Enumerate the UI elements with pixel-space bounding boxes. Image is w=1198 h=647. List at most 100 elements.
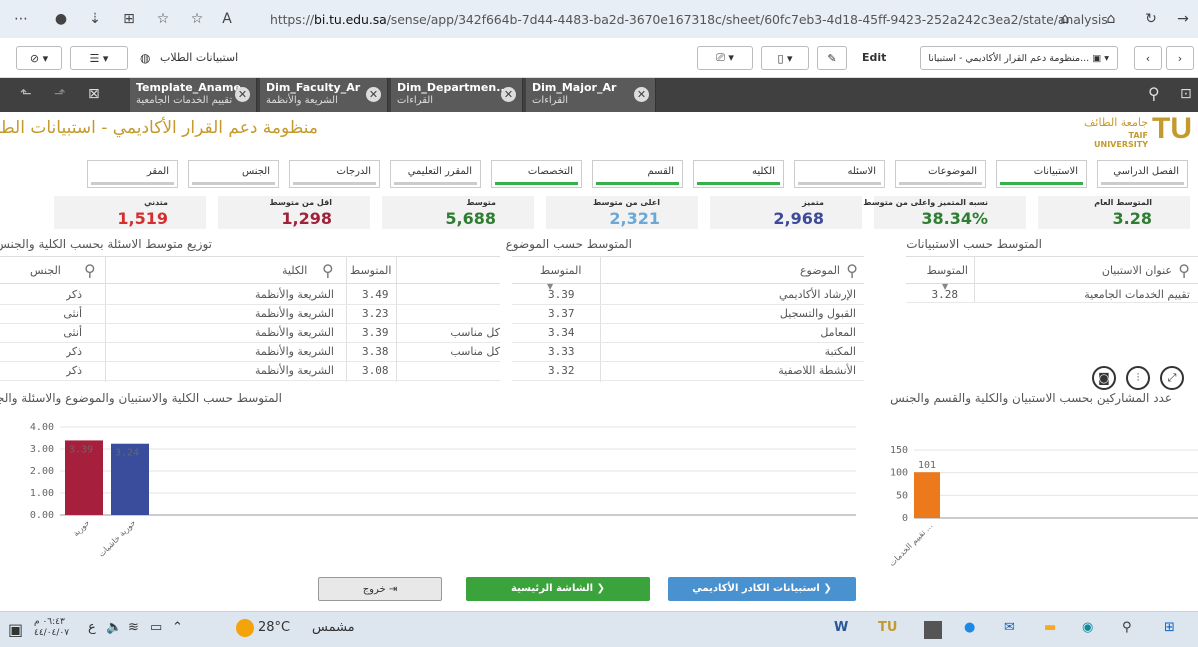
network-icon[interactable]: ≋ [128,620,139,635]
app-icon[interactable] [924,621,942,639]
faculty-cell[interactable]: الشريعة والأنظمة [255,286,334,304]
favorites-icon[interactable]: ☆ [150,11,176,27]
input-language[interactable]: ع [88,620,96,635]
lock-icon[interactable]: ⌂ [1052,11,1078,27]
filter-5[interactable]: القسم [592,160,683,188]
clear-selection-icon[interactable]: ✕ [501,87,516,102]
filter-3[interactable]: الاسئله [794,160,885,188]
weather-temp[interactable]: 28°C [258,620,290,635]
edge-icon[interactable]: ◉ [1082,620,1093,635]
notification-icon[interactable]: ▣ [8,620,23,639]
read-aloud-icon[interactable]: A [214,11,240,27]
selection-chip[interactable]: Dim_Major_Ar القراءات ✕ [526,78,656,112]
profile-icon[interactable]: ● [48,11,74,27]
tray-chevron-icon[interactable]: ⌃ [172,620,183,635]
weather-icon[interactable] [236,619,254,637]
clear-selection-icon[interactable]: ✕ [634,87,649,102]
adjust-icon[interactable]: ⫶ [1126,366,1150,390]
filter-10[interactable]: المقر [87,160,178,188]
add-favorite-icon[interactable]: ☆ [184,11,210,27]
topic-cell[interactable]: الإرشاد الأكاديمي [779,286,856,304]
filter-1[interactable]: الاستبيانات [996,160,1087,188]
search-icon[interactable]: ⚲ [1148,84,1160,103]
battery-icon[interactable]: ▭ [150,620,162,635]
present-button[interactable]: ⎚ ▾ [697,46,753,70]
collections-icon[interactable]: ⊞ [116,11,142,27]
step-forward-icon[interactable]: ⬏ [54,86,66,102]
mail-icon[interactable]: ✉ [1004,620,1015,635]
forward-icon[interactable]: → [1170,11,1196,27]
edit-button[interactable]: Edit [862,51,886,64]
filter-0[interactable]: الفصل الدراسي [1097,160,1188,188]
word-icon[interactable]: W [834,620,848,635]
topic-cell[interactable]: المكتبة [825,343,856,361]
gender-cell[interactable]: أنثى [63,305,82,323]
clock[interactable]: ٠٦:٤٣ م ٤٤/٠٤/٠٧ [34,617,69,639]
bookmark-button[interactable]: ▯ ▾ [761,46,809,70]
expand-icon[interactable]: ⤢ [1160,366,1184,390]
smart-search-icon[interactable]: ⊡ [1180,86,1192,102]
question-cell[interactable] [418,286,500,304]
search-icon[interactable]: ⚲ [1178,262,1190,280]
navigation-menu-button[interactable]: ⊘ ▾ [16,46,62,70]
col-survey-title[interactable]: عنوان الاستبيان [1102,262,1172,280]
gender-cell[interactable]: أنثى [63,324,82,342]
start-icon[interactable]: ⊞ [1164,620,1175,635]
col-topic[interactable]: الموضوع [800,262,840,280]
selection-chip[interactable]: Dim_Departmen... القراءات ✕ [391,78,523,112]
weather-text[interactable]: مشمس [312,620,355,635]
address-bar[interactable]: https://bi.tu.edu.sa/sense/app/342f664b-… [270,12,1108,27]
search-icon[interactable]: ⚲ [322,262,334,280]
step-back-icon[interactable]: ⬑ [20,86,32,102]
sheet-list-button[interactable]: ☰ ▾ [70,46,128,70]
filter-4[interactable]: الكليه [693,160,784,188]
clear-selection-icon[interactable]: ✕ [235,87,250,102]
app-title-button[interactable]: منظومة دعم القرار الأكاديمي - استبيانا..… [920,46,1118,70]
search-icon[interactable]: ⚲ [1122,620,1132,635]
file-explorer-icon[interactable]: ▬ [1044,620,1056,635]
clear-selection-icon[interactable]: ✕ [366,87,381,102]
next-sheet-button[interactable]: › [1166,46,1194,70]
filter-7[interactable]: المقرر التعليمي [390,160,481,188]
topic-cell[interactable]: الأنشطة اللاصفية [778,362,856,380]
telegram-icon[interactable]: ● [964,620,975,635]
gender-cell[interactable]: ذكر [66,343,82,361]
topic-cell[interactable]: القبول والتسجيل [780,305,856,323]
faculty-cell[interactable]: الشريعة والأنظمة [255,343,334,361]
gender-cell[interactable]: ذكر [66,286,82,304]
selection-chip[interactable]: Template_Aname تقييم الخدمات الجامعية ✕ [130,78,257,112]
edit-pencil-icon[interactable]: ✎ [817,46,847,70]
academic-staff-surveys-button[interactable]: استبيانات الكادر الأكاديمي ❯ [668,577,856,601]
previous-sheet-button[interactable]: ‹ [1134,46,1162,70]
gender-cell[interactable]: ذكر [66,362,82,380]
faculty-cell[interactable]: الشريعة والأنظمة [255,362,334,380]
question-cell[interactable]: كل مناسب [418,343,500,361]
col-gender[interactable]: الجنس [30,262,61,280]
tu-app-icon[interactable]: TU [878,620,897,635]
search-icon[interactable]: ⚲ [84,262,96,280]
sheet-dropdown-icon[interactable]: ◍ [140,51,150,65]
exit-button[interactable]: خروج ⇥ [318,577,442,601]
bar[interactable] [914,472,940,518]
selection-chip[interactable]: Dim_Faculty_Ar الشريعة والأنظمة ✕ [260,78,388,112]
col-faculty[interactable]: الكلية [282,262,307,280]
home-icon[interactable]: ⌂ [1098,11,1124,27]
clear-all-icon[interactable]: ⊠ [88,86,100,102]
faculty-cell[interactable]: الشريعة والأنظمة [255,305,334,323]
question-cell[interactable] [418,362,500,380]
search-icon[interactable]: ⚲ [846,262,858,280]
volume-icon[interactable]: 🔈 [106,620,122,635]
col-question-avg[interactable]: المتوسط [350,262,391,280]
filter-9[interactable]: الجنس [188,160,279,188]
filter-8[interactable]: الدرجات [289,160,380,188]
camera-icon[interactable]: ◙ [1092,366,1116,390]
filter-2[interactable]: الموضوعات [895,160,986,188]
sheet-name[interactable]: استبيانات الطلاب [160,51,238,64]
more-icon[interactable]: ⋯ [8,11,34,27]
filter-6[interactable]: التخصصات [491,160,582,188]
home-screen-button[interactable]: الشاشة الرئيسية ❯ [466,577,650,601]
refresh-icon[interactable]: ↻ [1138,11,1164,27]
download-icon[interactable]: ⇣ [82,11,108,27]
topic-cell[interactable]: المعامل [820,324,856,342]
question-cell[interactable]: كل مناسب [418,324,500,342]
